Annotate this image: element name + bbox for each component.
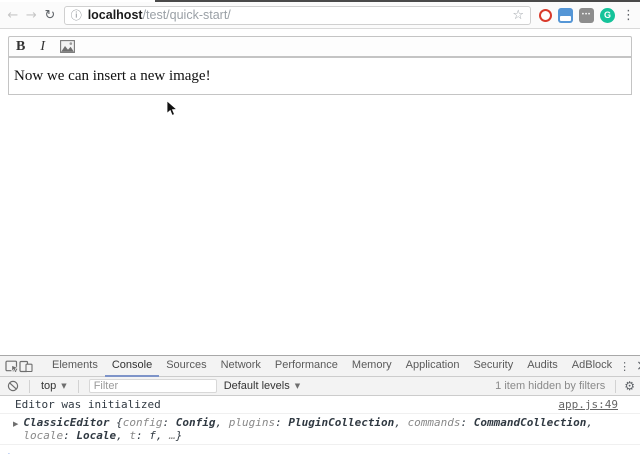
log-level-selector[interactable]: Default levels ▼ [221,380,303,392]
object-preview-segment: : [162,416,175,429]
devtools-panel: ElementsConsoleSourcesNetworkPerformance… [0,355,640,454]
hidden-items-info: 1 item hidden by filters [495,380,605,392]
expand-arrow-icon[interactable]: ▶ [13,418,18,431]
tab-strip [0,0,640,2]
chevron-down-icon: ▼ [295,382,300,390]
active-tab-edge [0,0,155,2]
page-info-icon[interactable]: ⓘ [71,7,82,23]
gray-extension-icon[interactable]: ••• [579,8,594,23]
devtools-tabs: ElementsConsoleSourcesNetworkPerformance… [45,356,619,377]
devtools-tab-bar: ElementsConsoleSourcesNetworkPerformance… [0,356,640,377]
object-preview-segment: } [176,429,183,442]
object-preview-segment: locale [23,429,63,442]
object-preview-segment: Config [176,416,216,429]
extension-icons: ••• G [539,8,615,23]
object-preview-segment: ClassicEditor [23,416,116,429]
address-bar[interactable]: ⓘ localhost/test/quick-start/ ☆ [64,6,531,25]
devtools-close-icon[interactable]: × [636,358,640,374]
divider [78,380,79,393]
object-preview[interactable]: ClassicEditor {config: Config, plugins: … [23,416,618,442]
divider [29,380,30,393]
console-filter-input[interactable] [89,379,217,393]
tab-adblock[interactable]: AdBlock [565,356,619,377]
browser-window: ← → ↻ ⓘ localhost/test/quick-start/ ☆ ••… [0,0,640,454]
console-message-row: Editor was initialized app.js:49 [0,396,640,414]
console-settings-icon[interactable]: ⚙ [624,379,635,393]
bold-button[interactable]: B [16,39,25,55]
context-selector[interactable]: top ▼ [38,380,70,392]
object-preview-segment: commands [408,416,461,429]
editor-content-area[interactable]: Now we can insert a new image! [8,57,632,95]
object-preview-segment: CommandCollection [474,416,587,429]
url-text[interactable]: localhost/test/quick-start/ [88,8,513,22]
italic-button[interactable]: I [40,39,45,55]
tab-security[interactable]: Security [466,356,520,377]
browser-toolbar: ← → ↻ ⓘ localhost/test/quick-start/ ☆ ••… [0,2,640,29]
object-preview-segment: … [169,429,176,442]
object-preview-segment: Locale [76,429,116,442]
object-preview-segment: , [156,429,169,442]
screenshot-extension-icon[interactable] [558,8,573,23]
editor-toolbar: B I [8,36,632,57]
url-path: /test/quick-start/ [143,8,231,22]
console-message-text: Editor was initialized [15,398,546,411]
divider [615,380,616,393]
tab-performance[interactable]: Performance [268,356,345,377]
object-preview-segment: PluginCollection [288,416,394,429]
object-preview-segment: : [461,416,474,429]
log-level-label: Default levels [224,380,290,392]
console-object-row: ▶ ClassicEditor {config: Config, plugins… [0,414,640,445]
bookmark-star-icon[interactable]: ☆ [512,8,524,23]
tab-application[interactable]: Application [399,356,467,377]
mouse-cursor [166,100,178,117]
inspect-element-icon[interactable] [5,360,19,373]
device-toolbar-icon[interactable] [19,360,33,373]
object-preview-segment: , [215,416,228,429]
insert-image-button[interactable] [60,40,75,53]
tab-network[interactable]: Network [214,356,268,377]
source-link[interactable]: app.js:49 [558,398,618,411]
object-preview-segment: , [586,416,593,429]
tab-elements[interactable]: Elements [45,356,105,377]
tab-strip-background [155,0,640,2]
object-preview-segment: plugins [229,416,275,429]
reload-icon[interactable]: ↻ [42,8,58,23]
tab-memory[interactable]: Memory [345,356,399,377]
grammarly-extension-icon[interactable]: G [600,8,615,23]
chrome-menu-icon[interactable]: ⋮ [622,8,635,23]
context-selector-label: top [41,380,56,392]
object-preview-segment: config [123,416,163,429]
object-preview-segment: : [275,416,288,429]
chevron-down-icon: ▼ [61,382,66,390]
image-icon [60,40,75,53]
console-messages: Editor was initialized app.js:49 ▶ Class… [0,396,640,454]
object-preview-segment: , [394,416,407,429]
clear-console-icon[interactable] [5,380,21,392]
editor-paragraph: Now we can insert a new image! [14,68,626,85]
console-toolbar: top ▼ Default levels ▼ 1 item hidden by fi… [0,377,640,396]
back-icon[interactable]: ← [5,8,21,23]
console-prompt[interactable]: > [0,445,640,454]
screenshot-extension-glyph [560,16,571,21]
object-preview-segment: f [149,429,156,442]
devtools-menu-icon[interactable]: ⋮ [619,360,630,373]
page-content: B I Now we can insert a new image! [0,29,640,355]
object-preview-segment: : [136,429,149,442]
object-preview-segment: , [116,429,129,442]
adblock-extension-icon[interactable] [539,9,552,22]
tab-sources[interactable]: Sources [159,356,213,377]
object-preview-segment: : [63,429,76,442]
tab-console[interactable]: Console [105,356,159,377]
forward-icon[interactable]: → [24,8,40,23]
url-host: localhost [88,8,143,22]
tab-audits[interactable]: Audits [520,356,565,377]
object-preview-segment: { [116,416,123,429]
